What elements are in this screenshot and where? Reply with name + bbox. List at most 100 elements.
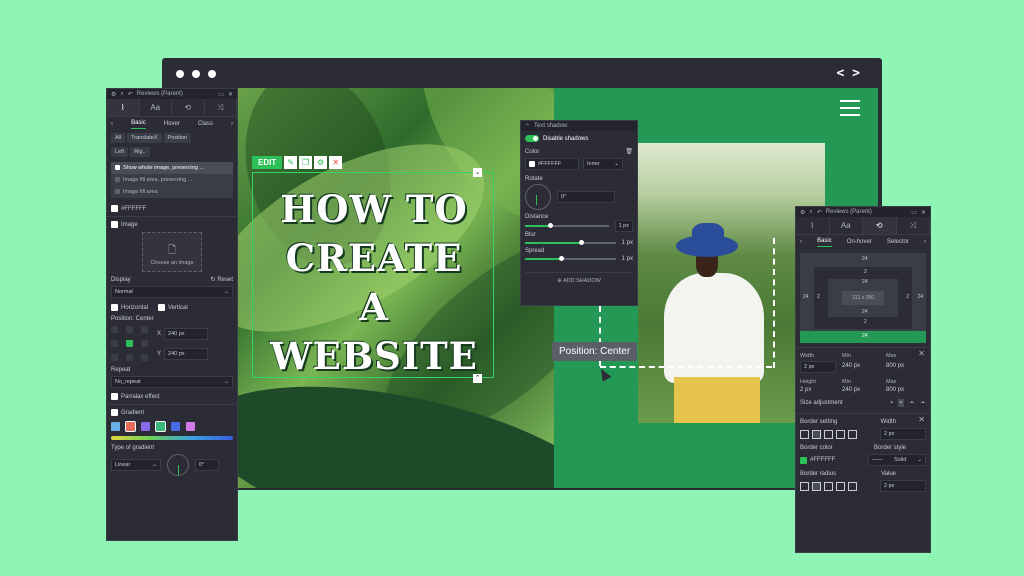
margin-right-value[interactable]: 24 <box>917 294 923 300</box>
minimize-icon[interactable]: ▭ <box>218 91 224 98</box>
list-item[interactable]: Image fill area <box>111 186 233 198</box>
padding-bottom-value[interactable]: 24 <box>862 309 868 315</box>
brush-icon[interactable]: ⌇ <box>107 99 140 116</box>
close-icon[interactable]: ✕ <box>918 349 925 358</box>
size-adjustment-controls[interactable]: ▪ ▪ ·▪· ·▪· <box>890 399 926 407</box>
display-select[interactable]: Normal ⌄ <box>111 286 233 298</box>
y-input[interactable]: 240 px <box>164 347 209 360</box>
add-shadow-button[interactable]: ⊕ ADD SHADOW <box>525 272 633 284</box>
shuffle-icon[interactable]: ⤨ <box>205 99 237 116</box>
gear-icon[interactable]: ⚙ <box>800 209 805 216</box>
angle-input[interactable]: 0° <box>195 459 219 471</box>
border-left-value[interactable]: 2 <box>817 294 820 300</box>
color-swatch[interactable] <box>111 205 118 212</box>
chevron-right-icon[interactable]: › <box>924 239 926 245</box>
tab-selector[interactable]: Selector <box>887 239 909 245</box>
image-dropzone[interactable]: 🗋 Choose an image <box>142 232 202 272</box>
rotate-knob[interactable] <box>525 184 551 210</box>
chevron-down-icon[interactable]: ⌃ <box>525 123 530 130</box>
chevron-down-icon[interactable]: ⌄ <box>473 168 482 177</box>
reset-button[interactable]: ↻ Reset <box>211 276 233 283</box>
swatch[interactable] <box>171 422 180 431</box>
vertical-checkbox[interactable] <box>158 304 166 311</box>
window-dot[interactable] <box>176 70 184 78</box>
repeat-select[interactable]: No_repeat ⌄ <box>111 376 233 388</box>
tab-typography[interactable]: Aa <box>140 99 172 116</box>
chip-position[interactable]: Position <box>163 133 192 143</box>
chevron-up-icon[interactable]: ⌃ <box>473 374 482 383</box>
trash-icon[interactable]: 🗑 <box>625 148 633 155</box>
border-side-selector[interactable] <box>800 429 857 439</box>
search-icon[interactable]: ⌕ <box>809 209 812 216</box>
margin-bottom-value[interactable]: 24 <box>862 333 868 339</box>
shadow-mode-select[interactable]: Inner ⌄ <box>583 158 623 170</box>
border-top-value[interactable]: 2 <box>864 269 867 275</box>
window-dot[interactable] <box>208 70 216 78</box>
duplicate-icon[interactable]: ❐ <box>299 156 313 169</box>
edit-button[interactable]: EDIT <box>252 156 283 169</box>
window-dot[interactable] <box>192 70 200 78</box>
tab-class[interactable]: Class <box>198 121 213 127</box>
rotate-input[interactable]: 0° <box>557 191 615 203</box>
settings-icon[interactable]: ⚙ <box>314 156 328 169</box>
border-width-input[interactable]: 2 px <box>880 428 926 440</box>
typography-icon[interactable]: Aa <box>830 217 863 234</box>
padding-top-value[interactable]: 24 <box>862 279 868 285</box>
disable-shadows-toggle[interactable] <box>525 135 539 142</box>
image-checkbox[interactable] <box>111 221 118 228</box>
angle-knob[interactable] <box>167 454 189 476</box>
x-input[interactable]: 240 px <box>164 327 209 340</box>
close-icon[interactable]: ✕ <box>228 91 233 98</box>
chevron-right-icon[interactable]: › <box>231 121 233 127</box>
code-icon[interactable]: < > <box>837 66 860 81</box>
swatch[interactable] <box>125 421 136 432</box>
brush-icon[interactable]: ⌇ <box>796 217 830 234</box>
margin-left-value[interactable]: 24 <box>803 294 809 300</box>
border-bottom-value[interactable]: 2 <box>864 319 867 325</box>
blur-slider[interactable] <box>525 240 616 245</box>
chip-right[interactable]: Rig.. <box>130 147 150 157</box>
box-model-editor[interactable]: 312 x 280 24 2 24 24 2 24 2 24 2 24 <box>800 253 926 343</box>
radius-corner-selector[interactable] <box>800 481 857 491</box>
list-item[interactable]: Image fill area, preserving ... <box>111 174 233 186</box>
swatch[interactable] <box>186 422 195 431</box>
border-color-input[interactable]: #FFFFFF <box>800 456 835 464</box>
search-icon[interactable]: ⌕ <box>120 91 123 98</box>
gradient-bar[interactable] <box>111 436 233 440</box>
minimize-icon[interactable]: ▭ <box>911 209 917 216</box>
rotate-icon[interactable]: ⟲ <box>863 217 897 234</box>
height-min-input[interactable]: 240 px <box>842 387 886 393</box>
tab-basic[interactable]: Basic <box>817 238 832 247</box>
horizontal-checkbox[interactable] <box>111 304 118 311</box>
spread-slider[interactable] <box>525 256 616 261</box>
close-icon[interactable]: ✕ <box>921 209 926 216</box>
chip-translatex[interactable]: TranslateX <box>127 133 162 143</box>
height-input[interactable]: 2 px <box>800 387 842 393</box>
tab-basic[interactable]: Basic <box>131 120 146 129</box>
undo-icon[interactable]: ↶ <box>128 91 133 98</box>
distance-slider[interactable] <box>525 223 609 228</box>
title-selection-box[interactable]: HOW TO CREATE A WEBSITE <box>252 172 494 378</box>
border-style-select[interactable]: —— Solid ⌄ <box>868 454 926 466</box>
gear-icon[interactable]: ⚙ <box>111 91 116 98</box>
width-max-input[interactable]: 800 px <box>886 361 930 373</box>
rotate-icon[interactable]: ⟲ <box>172 99 205 116</box>
list-item[interactable]: Show whole image, preserving ... <box>111 162 233 174</box>
distance-input[interactable]: 1 px <box>614 220 633 232</box>
chevron-left-icon[interactable]: ‹ <box>111 121 113 127</box>
swatch[interactable] <box>155 421 166 432</box>
chip-left[interactable]: Left <box>111 147 129 157</box>
margin-top-value[interactable]: 24 <box>862 256 868 262</box>
chevron-left-icon[interactable]: ‹ <box>800 239 802 245</box>
border-radius-input[interactable]: 2 px <box>880 480 926 492</box>
tab-hover[interactable]: Hover <box>164 121 180 127</box>
undo-icon[interactable]: ↶ <box>817 209 822 216</box>
swatch[interactable] <box>111 422 120 431</box>
shadow-color-input[interactable]: #FFFFFF <box>525 158 579 170</box>
width-min-input[interactable]: 240 px <box>842 361 886 373</box>
delete-icon[interactable]: ✕ <box>329 156 343 169</box>
hamburger-menu-icon[interactable] <box>840 100 860 121</box>
close-icon[interactable]: ✕ <box>918 415 925 424</box>
tab-on-hover[interactable]: On-hover <box>847 239 872 245</box>
chip-all[interactable]: All <box>111 133 126 143</box>
